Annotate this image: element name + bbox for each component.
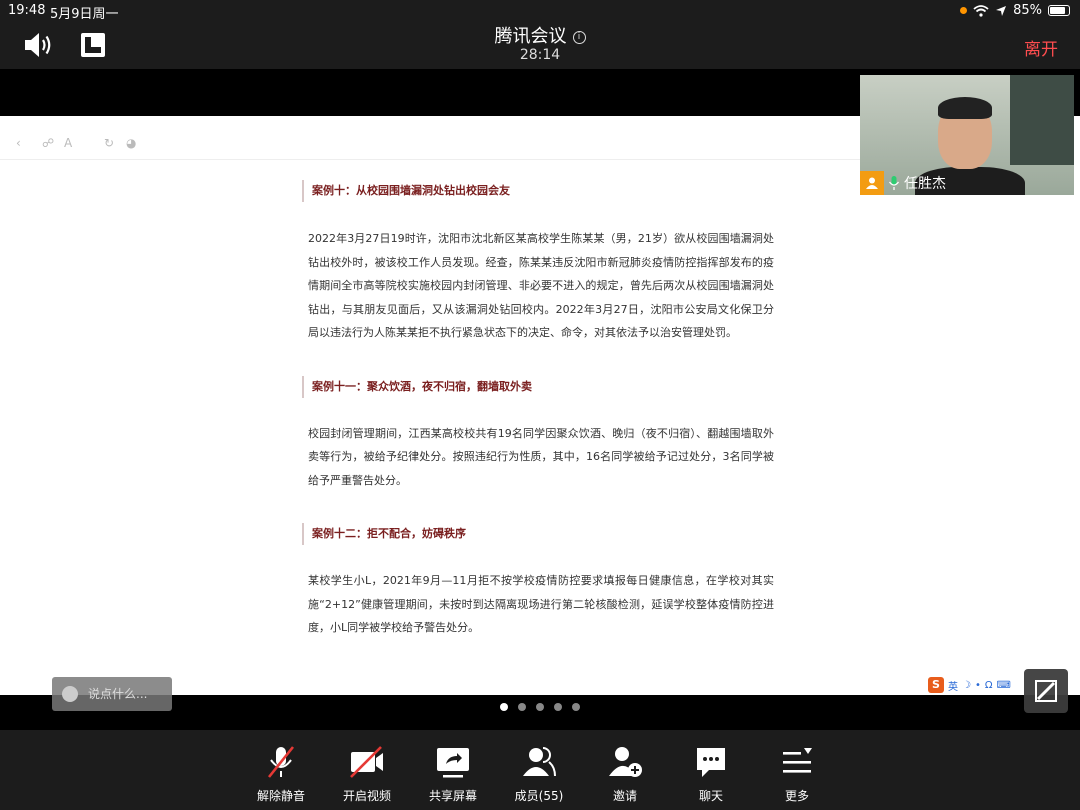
unmute-label: 解除静音 [256, 789, 305, 803]
members-label: 成员(55) [514, 789, 564, 803]
meeting-title-text: 腾讯会议 [494, 26, 567, 47]
case-body: 校园封闭管理期间，江西某高校校共有19名同学因聚众饮酒、晚归（夜不归宿）、翻越围… [308, 426, 774, 487]
ime-lang: 英 [948, 681, 958, 693]
meeting-timer: 28:14 [519, 47, 561, 63]
chat-icon [697, 748, 725, 777]
start-video-label: 开启视频 [342, 789, 391, 803]
case-body: 某校学生小L，2021年9月—11月拒不按学校疫情防控要求填报每日健康信息，在学… [308, 574, 774, 634]
invite-button[interactable]: 邀请 [582, 730, 668, 810]
refresh-icon: ↻ [104, 136, 115, 150]
members-button[interactable]: 成员(55) [496, 730, 582, 810]
camera-off-icon [350, 746, 383, 778]
sogou-logo-icon: S [928, 677, 944, 693]
invite-label: 邀请 [612, 789, 637, 803]
emoji-icon[interactable] [62, 686, 78, 702]
add-user-icon [609, 747, 642, 777]
document-body: 案例十：从校园围墙漏洞处钻出校园会友 2022年3月27日19时许，沈阳市沈北新… [302, 176, 774, 640]
battery-percent: 85% [1013, 3, 1042, 18]
mic-active-icon [888, 176, 900, 190]
participant-name: 任胜杰 [904, 176, 946, 192]
share-screen-label: 共享屏幕 [428, 789, 477, 803]
meeting-title[interactable]: 腾讯会议 i [0, 22, 1080, 48]
video-person-hair [938, 97, 992, 119]
moon-icon: ☽ [962, 679, 971, 691]
case-title: 案例十二：拒不配合，妨碍秩序 [302, 523, 774, 545]
page-dot[interactable] [500, 703, 508, 711]
info-icon[interactable]: i [572, 31, 586, 44]
bottom-toolbar: 解除静音 开启视频 共享屏幕 成员(55) 邀请 聊天 更多 [0, 730, 1080, 810]
doc-toolbar: ‹ ☍ A ↻ ◕ [0, 130, 860, 160]
members-icon [523, 747, 556, 777]
back-icon: ‹ [16, 136, 21, 150]
share-screen-icon [437, 748, 469, 778]
ime-toolbar: S 英 ☽ • Ω ⌨ [928, 677, 1011, 693]
page-indicator[interactable] [0, 703, 1080, 711]
participant-video[interactable]: 任胜杰 [860, 75, 1074, 195]
chat-button[interactable]: 聊天 [668, 730, 754, 810]
status-date: 5月9日周一 [50, 7, 119, 22]
link-icon: ☍ [42, 136, 55, 150]
title-bar: 腾讯会议 i 28:14 离开 [0, 22, 1080, 69]
case-title: 案例十：从校园围墙漏洞处钻出校园会友 [302, 180, 774, 202]
case-body: 2022年3月27日19时许，沈阳市沈北新区某高校学生陈某某（男，21岁）欲从校… [308, 232, 774, 339]
avatar-icon [860, 171, 884, 195]
battery-icon [1048, 5, 1070, 16]
case-title: 案例十一：聚众饮酒，夜不归宿，翻墙取外卖 [302, 375, 774, 398]
recording-dot-icon [960, 7, 968, 14]
shared-screen: ‹ ☍ A ↻ ◕ 案例十：从校园围墙漏洞处钻出校园会友 2022年3月27日1… [0, 116, 1080, 695]
start-video-button[interactable]: 开启视频 [324, 730, 410, 810]
chat-hint-text: 说点什么... [88, 687, 148, 701]
mic-muted-icon [267, 746, 295, 778]
status-bar: 19:48 5月9日周一 85% [0, 0, 1080, 22]
unmute-button[interactable]: 解除静音 [238, 730, 324, 810]
more-label: 更多 [784, 789, 809, 803]
page-dot[interactable] [518, 703, 526, 711]
status-time: 19:48 [8, 3, 46, 18]
more-button[interactable]: 更多 [754, 730, 840, 810]
leave-button[interactable]: 离开 [1024, 35, 1058, 60]
page-dot[interactable] [554, 703, 562, 711]
location-icon [996, 5, 1007, 16]
page-dot[interactable] [536, 703, 544, 711]
punctuation-icon: • [974, 679, 981, 691]
battery-fill [1050, 7, 1066, 14]
compass-icon: ◕ [126, 136, 137, 150]
share-screen-button[interactable]: 共享屏幕 [410, 730, 496, 810]
chat-label: 聊天 [698, 789, 723, 803]
status-right: 85% [960, 3, 1070, 18]
participant-namebar: 任胜杰 [860, 171, 946, 195]
more-icon [783, 748, 812, 773]
keyboard-icon: ⌨ [996, 679, 1011, 691]
font-size-icon: A [64, 136, 73, 150]
page-dot[interactable] [572, 703, 580, 711]
video-board [1010, 75, 1074, 165]
omega-icon: Ω [984, 679, 993, 691]
wifi-icon [973, 4, 989, 17]
